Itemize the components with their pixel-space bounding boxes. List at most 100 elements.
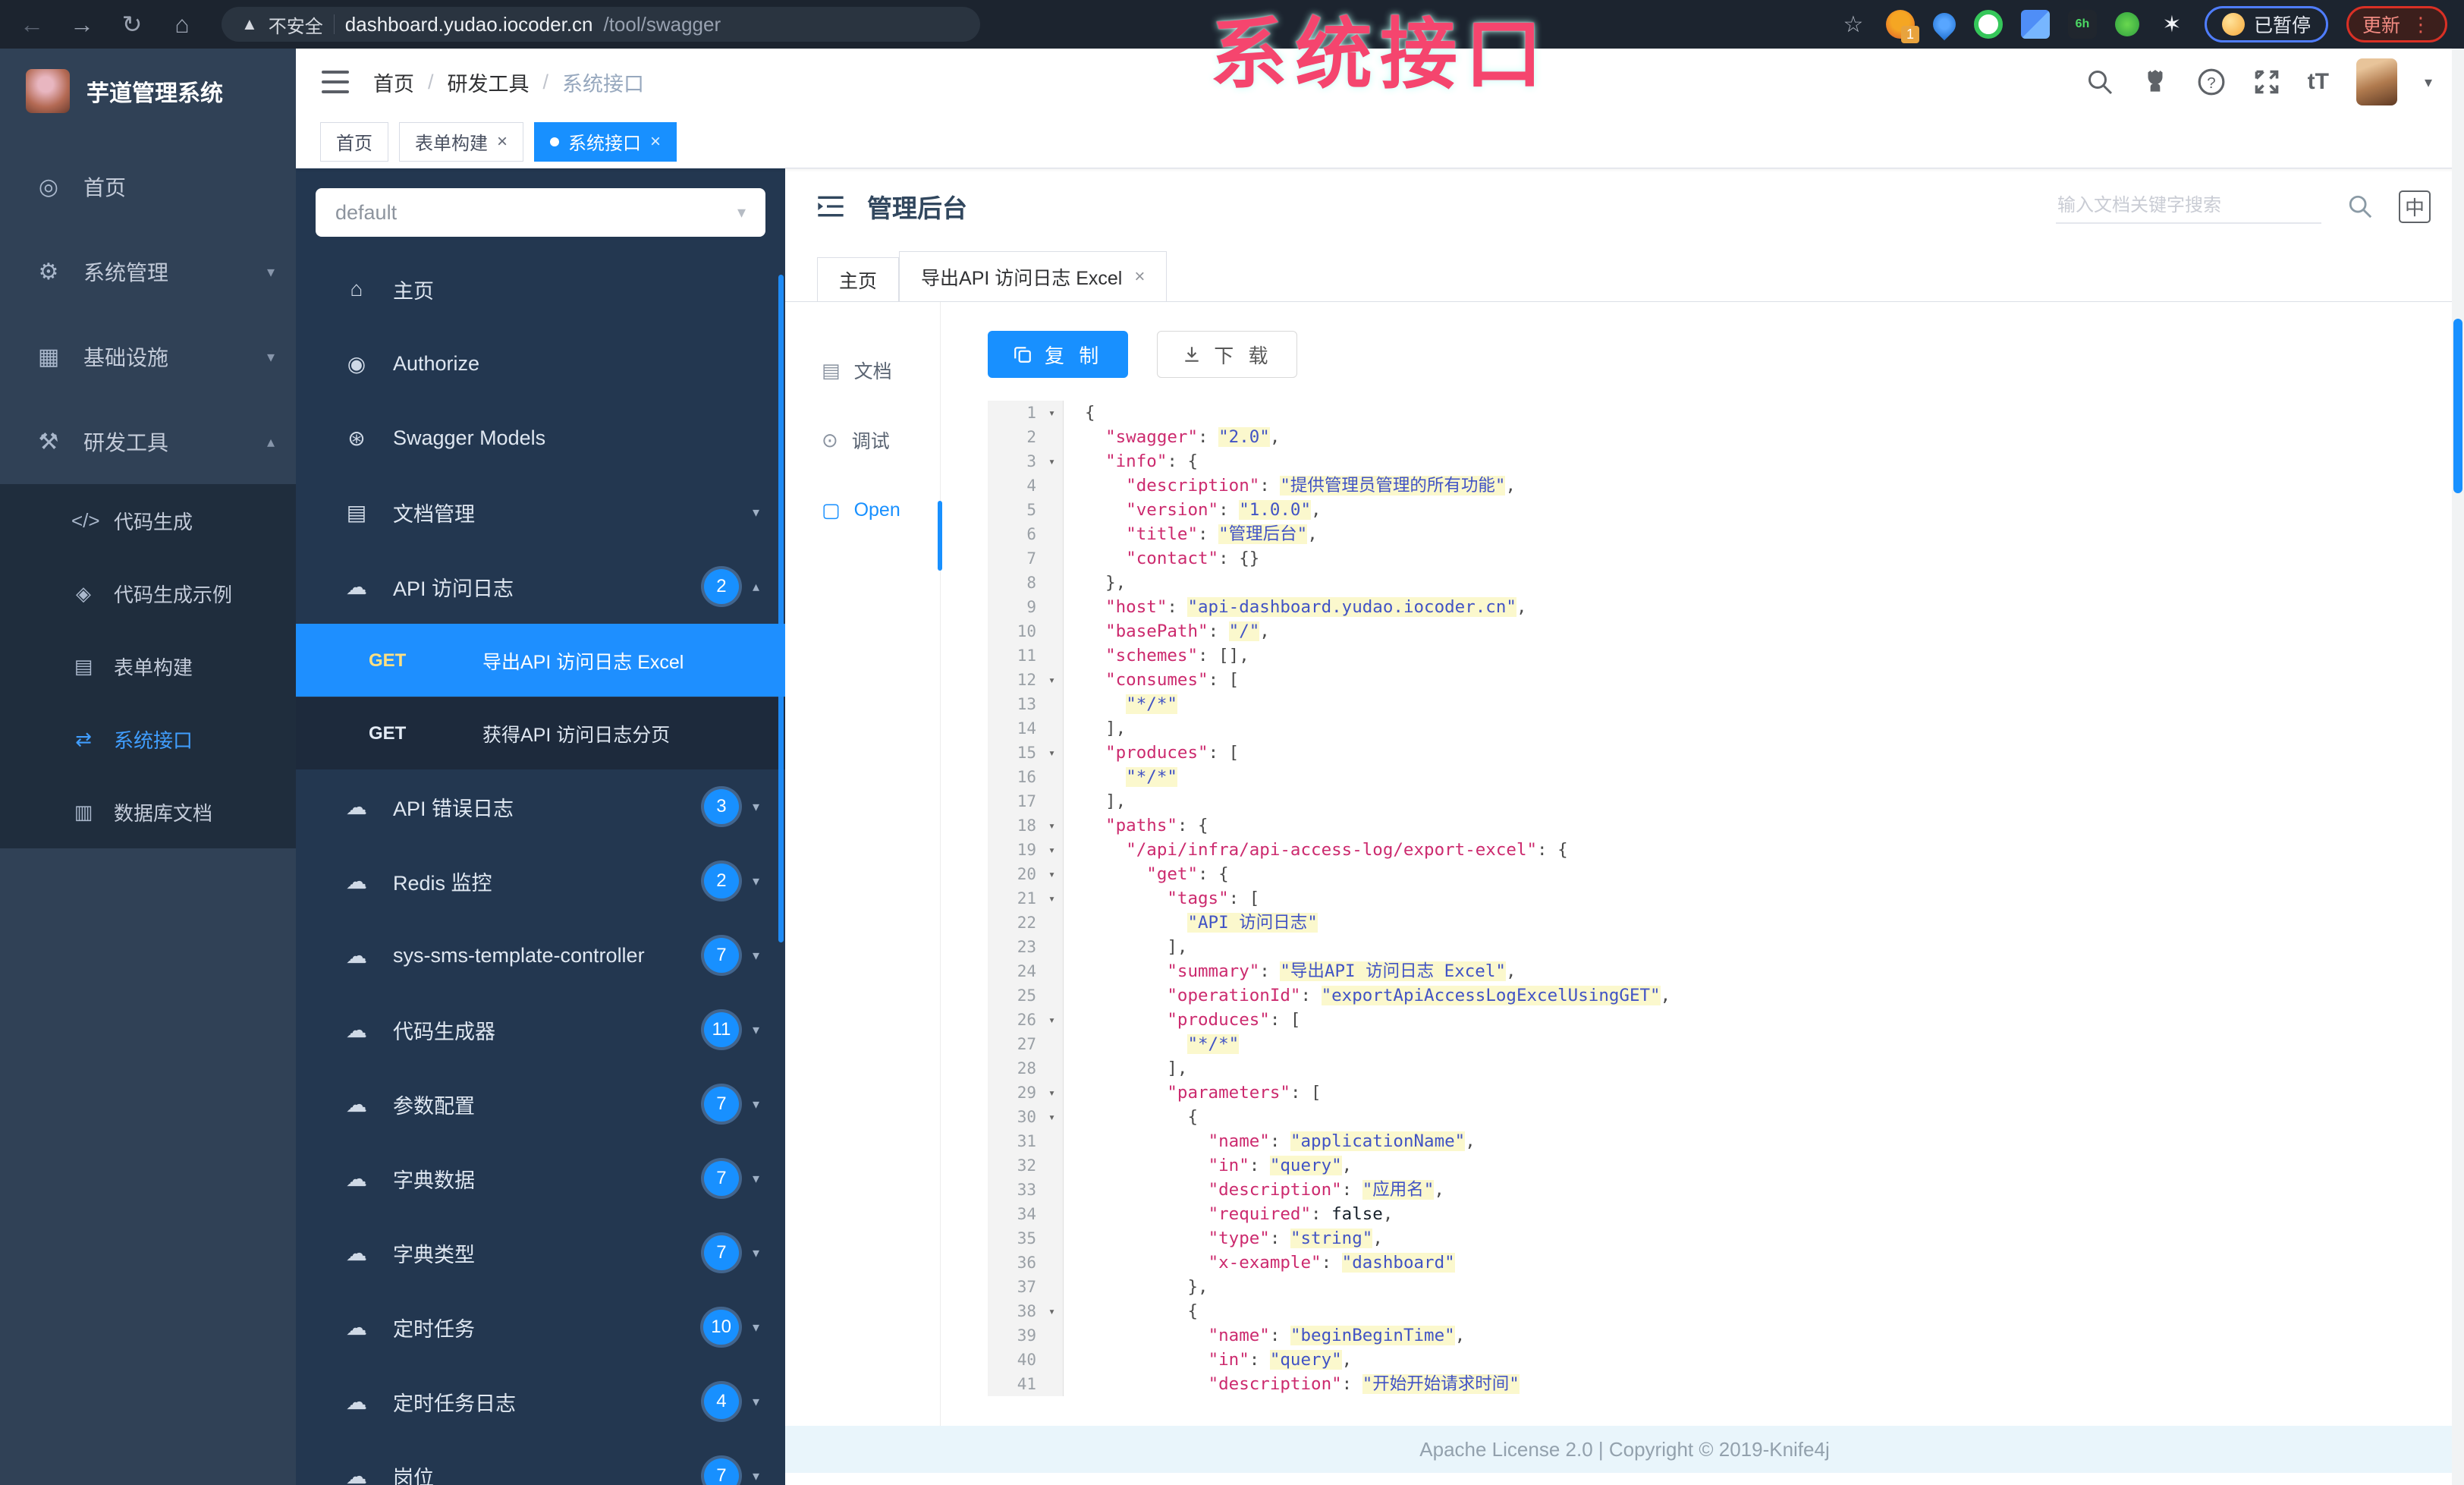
api-item-获得API 访问日志分页[interactable]: GET 获得API 访问日志分页 [296,697,785,769]
sidebar-item-系统管理[interactable]: ⚙ 系统管理 ▾ [0,229,296,314]
token: : [1208,621,1229,641]
sidebar-item-基础设施[interactable]: ▦ 基础设施 ▾ [0,314,296,399]
menu-item-文档管理[interactable]: ▤ 文档管理 ▾ [296,475,785,549]
reload-icon[interactable]: ↻ [117,10,147,39]
extension-icon[interactable]: ✶ [2158,10,2186,39]
bookmark-star-icon[interactable]: ☆ [1839,10,1868,39]
fold-arrow-icon[interactable]: ▾ [1041,449,1064,474]
language-icon[interactable]: 中 [2398,190,2431,223]
copy-button[interactable]: 复 制 [988,331,1129,378]
menu-item-API 访问日志[interactable]: ☁ API 访问日志 2 ▴ [296,549,785,624]
extension-icon[interactable] [2114,12,2139,36]
rail-item-Open[interactable]: ▢ Open [785,475,940,545]
paused-button[interactable]: 已暂停 [2204,6,2328,42]
tag-系统接口[interactable]: 系统接口 × [534,121,677,162]
doc-tab-导出API 访问日志 Excel[interactable]: 导出API 访问日志 Excel × [899,251,1168,301]
sidebar-item-研发工具[interactable]: ⚒ 研发工具 ▴ [0,399,296,484]
font-size-icon[interactable]: tT [2308,69,2329,95]
extension-icon[interactable]: 6h [2067,10,2097,39]
fullscreen-icon[interactable] [2253,68,2280,96]
fold-arrow-icon[interactable]: ▾ [1041,1008,1064,1032]
menu-item-Redis 监控[interactable]: ☁ Redis 监控 2 ▾ [296,844,785,918]
fold-arrow-icon[interactable]: ▾ [1041,886,1064,911]
menu-item-主页[interactable]: ⌂ 主页 [296,252,785,326]
menu-item-sys-sms-template-controller[interactable]: ☁ sys-sms-template-controller 7 ▾ [296,918,785,993]
close-icon[interactable]: × [650,131,661,153]
menu-dots-icon[interactable]: ⋮ [2411,13,2431,36]
sidebar-scrollbar-thumb[interactable] [778,275,784,942]
fold-arrow-icon[interactable]: ▾ [1041,741,1064,765]
breadcrumb-item[interactable]: 研发工具 [448,68,530,97]
rail-item-调试[interactable]: ⊙ 调试 [785,405,940,475]
home-icon[interactable]: ⌂ [167,11,197,39]
sidebar-item-代码生成[interactable]: </> 代码生成 [0,484,296,557]
menu-item-字典类型[interactable]: ☁ 字典类型 7 ▾ [296,1216,785,1290]
token: "description" [1208,1180,1342,1200]
token: : [ [1290,1083,1322,1103]
menu-item-Swagger Models[interactable]: ⊛ Swagger Models [296,401,785,475]
breadcrumb-item[interactable]: 系统接口 [562,68,644,97]
extension-icon[interactable]: 1 [1885,10,1919,43]
menu-item-Authorize[interactable]: ◉ Authorize [296,326,785,401]
close-icon[interactable]: × [497,131,508,153]
open-icon: ▢ [822,498,841,521]
json-editor[interactable]: 1 ▾{2 "swagger": "2.0", 3 ▾ "info": {4 "des… [988,401,2464,1426]
hamburger-icon[interactable] [322,71,349,93]
doc-tab-主页[interactable]: 主页 [817,257,900,301]
sidebar-item-表单构建[interactable]: ▤ 表单构建 [0,630,296,703]
sidebar-item-代码生成示例[interactable]: ◈ 代码生成示例 [0,557,296,630]
code-line: 11 "schemes": [], [988,643,2464,668]
download-button[interactable]: 下 载 [1157,331,1298,378]
fold-arrow-icon[interactable]: ▾ [1041,1299,1064,1323]
sidebar-item-数据库文档[interactable]: ▥ 数据库文档 [0,776,296,848]
sidebar-item-系统接口[interactable]: ⇄ 系统接口 [0,703,296,776]
address-bar[interactable]: ▲ 不安全 dashboard.yudao.iocoder.cn /tool/s… [222,7,980,42]
extension-icon[interactable] [1973,10,2003,39]
help-icon[interactable]: ? [2197,68,2226,96]
menu-item-代码生成器[interactable]: ☁ 代码生成器 11 ▾ [296,993,785,1067]
token: "consumes" [1105,670,1208,690]
menu-item-岗位[interactable]: ☁ 岗位 7 ▾ [296,1439,785,1485]
doc-search-icon[interactable] [2347,193,2373,219]
github-icon[interactable] [2141,68,2170,96]
sidebar-item-首页[interactable]: ◎ 首页 [0,144,296,229]
menu-item-定时任务[interactable]: ☁ 定时任务 10 ▾ [296,1290,785,1364]
token: "应用名" [1362,1180,1435,1200]
logo[interactable]: 芋道管理系统 [0,49,296,134]
extension-icon[interactable] [2020,10,2050,39]
token: : { [1537,840,1568,860]
menu-item-参数配置[interactable]: ☁ 参数配置 7 ▾ [296,1067,785,1141]
page-scrollbar[interactable] [2452,49,2464,1485]
fold-arrow-icon[interactable]: ▾ [1041,813,1064,838]
tag-表单构建[interactable]: 表单构建 × [399,121,524,162]
rail-item-文档[interactable]: ▤ 文档 [785,335,940,405]
tag-首页[interactable]: 首页 [320,121,388,162]
fold-gutter [1041,789,1064,813]
fold-arrow-icon[interactable]: ▾ [1041,1105,1064,1129]
group-select[interactable]: default ▾ [316,188,765,237]
update-button[interactable]: 更新 ⋮ [2346,6,2447,42]
menu-item-API 错误日志[interactable]: ☁ API 错误日志 3 ▾ [296,769,785,844]
fold-arrow-icon[interactable]: ▾ [1041,1081,1064,1105]
fold-arrow-icon[interactable]: ▾ [1041,838,1064,862]
breadcrumb-item[interactable]: 首页 [373,68,414,97]
collapse-menu-icon[interactable] [816,193,846,219]
close-icon[interactable]: × [1134,266,1145,288]
caret-down-icon[interactable]: ▾ [2425,73,2432,92]
extension-icon[interactable] [1928,8,1961,41]
work-area: default ▾ ⌂ 主页 ◉ Authorize ⊛ Swagger Models ▤ 文… [296,168,2464,1485]
doc-search-input[interactable] [2055,189,2321,224]
forward-icon[interactable]: → [67,11,97,39]
fold-arrow-icon[interactable]: ▾ [1041,862,1064,886]
fold-arrow-icon[interactable]: ▾ [1041,401,1064,425]
security-warning-icon[interactable]: ▲ [241,14,258,34]
menu-item-定时任务日志[interactable]: ☁ 定时任务日志 4 ▾ [296,1364,785,1439]
search-icon[interactable] [2086,68,2114,96]
menu-item-字典数据[interactable]: ☁ 字典数据 7 ▾ [296,1141,785,1216]
fold-arrow-icon[interactable]: ▾ [1041,668,1064,692]
api-item-导出API 访问日志 Excel[interactable]: GET 导出API 访问日志 Excel [296,624,785,697]
back-icon[interactable]: ← [17,11,47,39]
user-avatar[interactable] [2356,58,2397,105]
tag-label: 表单构建 [415,134,488,154]
page-scrollbar-thumb[interactable] [2453,319,2462,493]
